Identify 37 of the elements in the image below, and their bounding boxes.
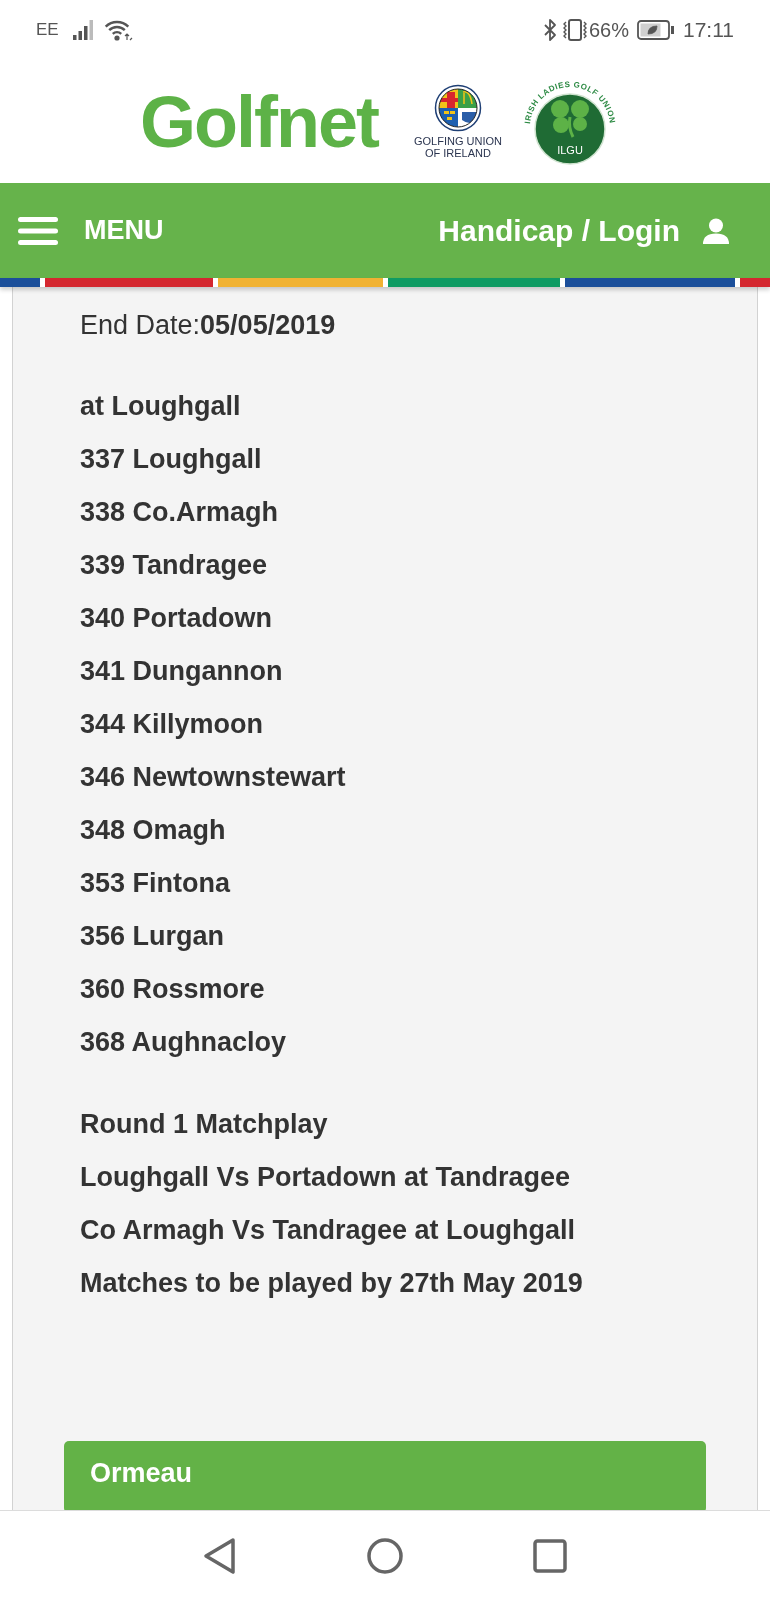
user-icon xyxy=(702,217,730,244)
club-entry: 360 Rossmore xyxy=(80,973,266,1006)
club-entry: 368 Aughnacloy xyxy=(80,1026,288,1059)
venue-text: at Loughgall xyxy=(80,390,242,423)
back-icon[interactable] xyxy=(203,1536,237,1575)
club-entry: 348 Omagh xyxy=(80,814,227,847)
bluetooth-icon xyxy=(542,18,557,42)
fixture-note: Round 1 Matchplay xyxy=(80,1108,329,1141)
end-date-text: End Date:05/05/2019 xyxy=(80,309,337,342)
fixture-note: Co Armagh Vs Tandragee at Loughgall xyxy=(80,1214,577,1247)
club-entry: 341 Dungannon xyxy=(80,655,284,688)
clock-time: 17:11 xyxy=(683,17,734,44)
battery-icon xyxy=(637,20,675,40)
wifi-icon xyxy=(102,18,133,42)
fixture-note: Loughgall Vs Portadown at Tandragee xyxy=(80,1161,572,1194)
signal-icon xyxy=(72,20,95,40)
club-entry: 337 Loughgall xyxy=(80,443,263,476)
club-entry: 340 Portadown xyxy=(80,602,274,635)
club-entry: 346 Newtownstewart xyxy=(80,761,347,794)
login-link[interactable]: Handicap / Login xyxy=(438,208,730,253)
crest-icon xyxy=(433,83,482,132)
union-logo-caption: GOLFING UNION OF IRELAND xyxy=(412,135,503,160)
club-entry: 339 Tandragee xyxy=(80,549,269,582)
club-entry: 353 Fintona xyxy=(80,867,232,900)
section-header-button[interactable]: Ormeau xyxy=(64,1441,706,1510)
site-logo[interactable]: Golfnet xyxy=(140,85,378,158)
carrier-name: EE xyxy=(36,19,59,42)
club-entry: 338 Co.Armagh xyxy=(80,496,280,529)
menu-icon xyxy=(18,216,58,245)
home-icon[interactable] xyxy=(367,1537,403,1574)
club-entry: 344 Killymoon xyxy=(80,708,265,741)
battery-percent: 66% xyxy=(588,18,629,43)
logo-initials: ILGU xyxy=(557,143,583,156)
menu-button[interactable]: MENU xyxy=(18,210,164,251)
recent-apps-icon[interactable] xyxy=(533,1538,567,1573)
club-entry: 356 Lurgan xyxy=(80,920,226,953)
fixture-note: Matches to be played by 27th May 2019 xyxy=(80,1267,584,1300)
